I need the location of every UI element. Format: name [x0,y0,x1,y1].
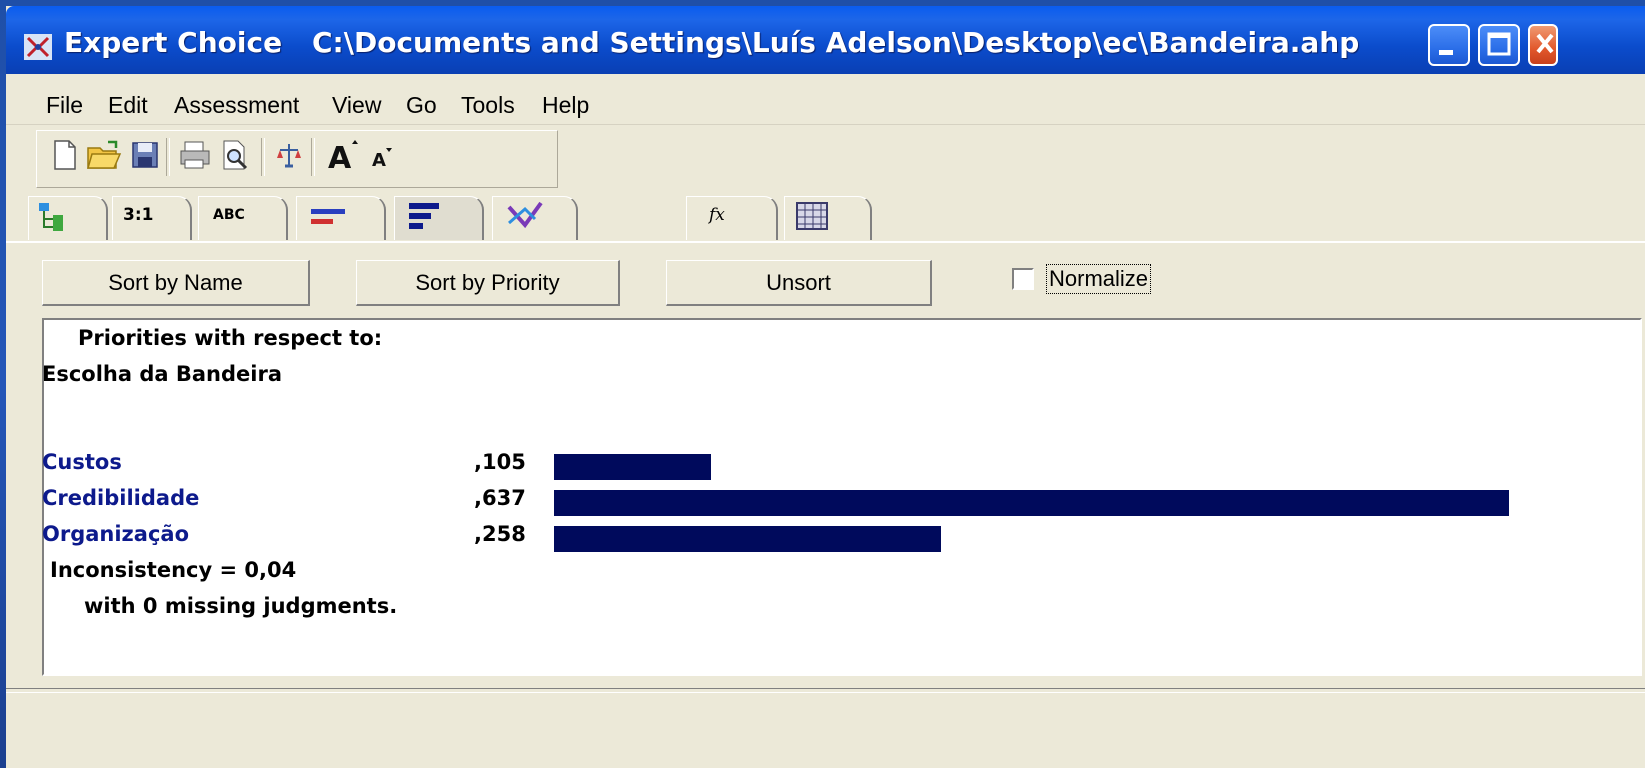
increase-font-icon[interactable]: A [324,138,362,172]
toolbar-separator [311,138,315,176]
priority-item-name[interactable]: Custos [42,450,122,474]
maximize-icon [1487,32,1511,56]
tab-grid[interactable] [784,196,872,240]
new-file-icon[interactable] [50,138,80,172]
tab-pairwise-label: 3:1 [123,205,154,225]
menu-help[interactable]: Help [542,92,589,119]
fx-icon: fx [709,205,725,225]
tree-icon [39,203,63,231]
priority-item-value: ,258 [474,522,526,546]
tab-underline [6,241,1645,243]
tab-pairwise-numeric[interactable]: 3:1 [112,196,192,240]
tab-verbal[interactable]: ABC [198,196,288,240]
goal-name: Escolha da Bandeira [42,362,282,386]
status-separator [6,688,1645,693]
inconsistency-ratio: Inconsistency = 0,04 [50,558,297,582]
priority-item-name[interactable]: Organização [42,522,189,546]
tab-bars-sort[interactable] [296,196,386,240]
tab-formula[interactable]: fx [686,196,778,240]
sort-by-priority-button[interactable]: Sort by Priority [356,260,620,306]
status-bar [6,694,1645,768]
priority-bar [554,454,711,480]
decrease-font-icon[interactable]: A [368,138,398,172]
minimize-icon [1439,50,1453,55]
priority-item-name[interactable]: Credibilidade [42,486,199,510]
priority-bar [554,526,941,552]
menu-go[interactable]: Go [406,92,437,119]
svg-text:A: A [372,150,386,171]
print-preview-icon[interactable] [220,138,252,172]
save-icon[interactable] [130,138,160,172]
expert-choice-app-icon [24,34,52,60]
menu-edit[interactable]: Edit [108,92,148,119]
priority-bar [554,490,1509,516]
menu-file[interactable]: File [46,92,83,119]
close-icon [1536,33,1554,54]
title-bar[interactable]: Expert Choice C:\Documents and Settings\… [6,6,1645,74]
tab-verbal-label: ABC [213,207,245,223]
open-folder-icon[interactable] [86,138,122,172]
bars-sort-icon [311,209,345,224]
priorities-heading: Priorities with respect to: [78,326,383,350]
priority-item-value: ,105 [474,450,526,474]
grid-icon [796,202,828,230]
tab-priorities[interactable] [394,196,484,240]
menu-view[interactable]: View [332,92,381,119]
maximize-button[interactable] [1478,24,1520,66]
sensitivity-icon [507,201,543,229]
bars-priority-icon [409,203,439,229]
file-path-title: C:\Documents and Settings\Luís Adelson\D… [312,26,1360,59]
menu-assessment[interactable]: Assessment [174,92,299,119]
balance-icon[interactable] [274,138,304,172]
menu-tools[interactable]: Tools [461,92,515,119]
normalize-label[interactable]: Normalize [1046,264,1152,294]
normalize-checkbox[interactable] [1012,268,1034,290]
svg-text:A: A [328,141,352,172]
missing-judgments: with 0 missing judgments. [84,594,398,618]
print-icon[interactable] [178,138,212,172]
minimize-button[interactable] [1428,24,1470,66]
tab-sensitivity[interactable] [492,196,578,240]
close-button[interactable] [1528,24,1558,66]
priority-item-value: ,637 [474,486,526,510]
tab-tree-view[interactable] [28,196,108,240]
toolbar-separator [261,138,265,176]
app-window: Expert Choice C:\Documents and Settings\… [6,6,1645,768]
sort-by-name-button[interactable]: Sort by Name [42,260,310,306]
app-title: Expert Choice [64,26,283,59]
toolbar-separator [166,138,170,176]
unsort-button[interactable]: Unsort [666,260,932,306]
